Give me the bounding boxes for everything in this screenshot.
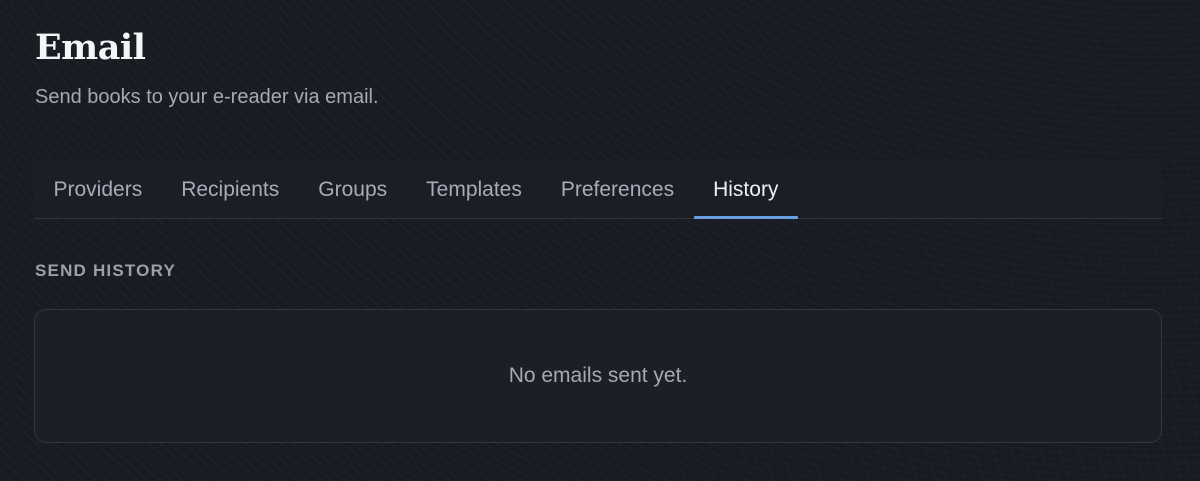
page-title: Email (35, 27, 146, 68)
tab-recipients[interactable]: Recipients (162, 161, 299, 218)
empty-state-message: No emails sent yet. (508, 364, 688, 387)
page-subtitle: Send books to your e-reader via email. (35, 86, 379, 108)
section-heading-send-history: SEND HISTORY (35, 261, 176, 280)
tab-preferences[interactable]: Preferences (541, 161, 693, 218)
tab-history[interactable]: History (693, 161, 799, 219)
tab-providers[interactable]: Providers (34, 161, 162, 218)
tab-templates[interactable]: Templates (407, 161, 542, 218)
history-empty-panel: No emails sent yet. (34, 309, 1162, 443)
tab-bar: Providers Recipients Groups Templates Pr… (34, 161, 1162, 219)
tab-groups[interactable]: Groups (299, 161, 407, 218)
